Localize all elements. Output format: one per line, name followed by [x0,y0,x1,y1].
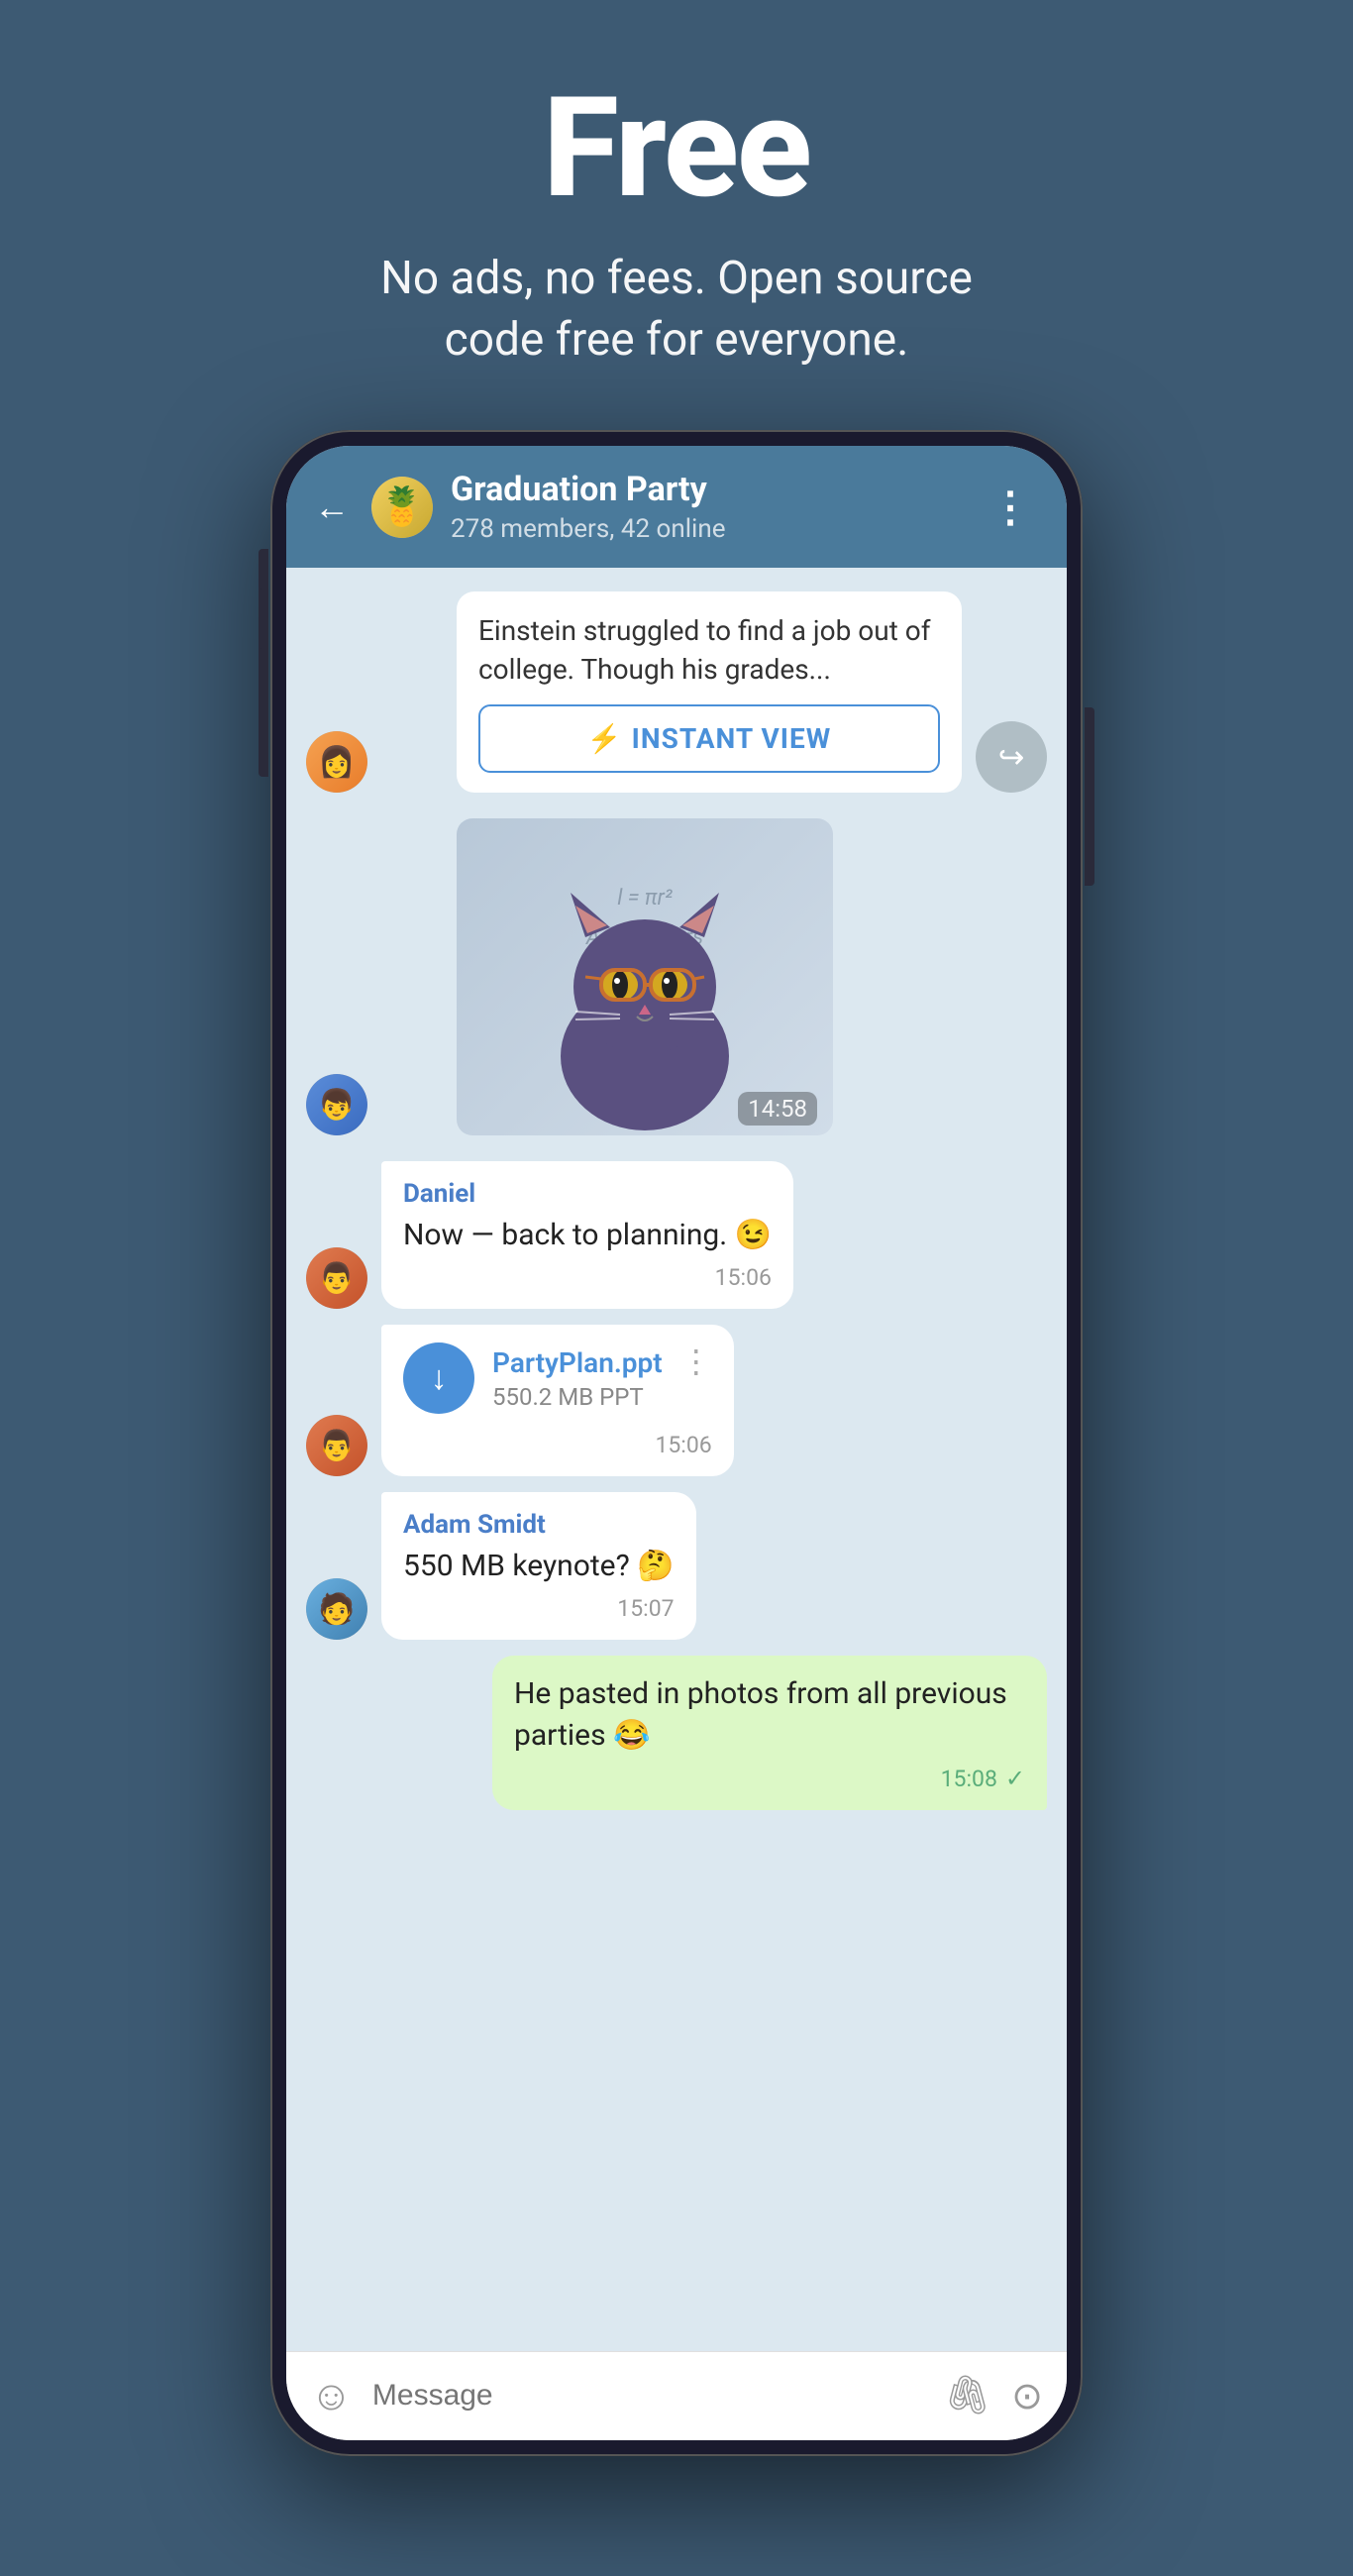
adam-avatar: 🧑 [306,1578,367,1640]
file-msg-row: 👨 ↓ PartyPlan.ppt 550.2 MB PPT ⋮ 1 [306,1325,1047,1476]
hero-title: Free [40,79,1313,218]
lightning-icon: ⚡ [587,722,622,755]
av-boy3-icon: 🧑 [306,1578,367,1640]
group-avatar-emoji: 🍍 [371,477,433,538]
iv-sender-avatar: 👩 [306,731,367,793]
file-meta: 15:06 [403,1432,712,1458]
adam-msg-row: 🧑 Adam Smidt 550 MB keynote? 🤔 15:07 [306,1492,1047,1640]
sticker-sender-avatar: 👦 [306,1074,367,1135]
file-name: PartyPlan.ppt [492,1346,663,1379]
daniel-bubble: Daniel Now — back to planning. 😉 15:06 [381,1161,793,1309]
av-girl-icon: 👩 [306,731,367,793]
hero-section: Free No ads, no fees. Open source code f… [0,0,1353,430]
file-sender-avatar: 👨 [306,1415,367,1476]
chat-body: 👩 Einstein struggled to find a job out o… [286,568,1067,2351]
phone-inner: ← 🍍 Graduation Party 278 members, 42 onl… [286,446,1067,2440]
adam-meta: 15:07 [403,1595,675,1622]
back-button[interactable]: ← [314,486,350,528]
instant-view-card: Einstein struggled to find a job out of … [457,591,962,793]
daniel-sender: Daniel [403,1179,772,1209]
share-button[interactable]: ↪ [976,721,1047,793]
phone-wrapper: ← 🍍 Graduation Party 278 members, 42 onl… [0,430,1353,2535]
more-button[interactable]: ⋮ [984,483,1039,532]
av-boy2b-icon: 👨 [306,1415,367,1476]
outgoing-time: 15:08 [941,1766,997,1792]
file-row: ↓ PartyPlan.ppt 550.2 MB PPT ⋮ [403,1342,712,1414]
input-bar: ☺ 🖇 ⊙ [286,2351,1067,2440]
group-avatar: 🍍 [371,477,433,538]
daniel-time: 15:06 [715,1264,772,1291]
sticker-image: l = πr²A = πr² + πrsV = l³P = 2πrs = √(r… [457,818,833,1135]
message-input[interactable] [372,2379,924,2413]
emoji-button[interactable]: ☺ [310,2372,353,2420]
group-meta: 278 members, 42 online [451,514,966,544]
av-boy2-icon: 👨 [306,1247,367,1309]
daniel-avatar: 👨 [306,1247,367,1309]
attach-button[interactable]: 🖇 [944,2374,991,2417]
file-size: 550.2 MB PPT [492,1383,663,1411]
adam-text: 550 MB keynote? 🤔 [403,1546,675,1587]
outgoing-meta: 15:08 ✓ [514,1765,1025,1792]
daniel-meta: 15:06 [403,1264,772,1291]
group-name: Graduation Party [451,470,966,510]
outgoing-text: He pasted in photos from all previous pa… [514,1673,1025,1757]
sticker-time: 14:58 [738,1092,817,1126]
daniel-msg-row: 👨 Daniel Now — back to planning. 😉 15:06 [306,1161,1047,1309]
chat-header: ← 🍍 Graduation Party 278 members, 42 onl… [286,446,1067,568]
outgoing-msg-row: He pasted in photos from all previous pa… [306,1656,1047,1810]
outgoing-bubble: He pasted in photos from all previous pa… [492,1656,1047,1810]
file-more-button[interactable]: ⋮ [680,1342,712,1380]
iv-btn-label: INSTANT VIEW [632,722,832,755]
file-info: PartyPlan.ppt 550.2 MB PPT [492,1346,663,1411]
adam-time: 15:07 [617,1595,674,1622]
adam-bubble: Adam Smidt 550 MB keynote? 🤔 15:07 [381,1492,696,1640]
file-bubble: ↓ PartyPlan.ppt 550.2 MB PPT ⋮ 15:06 [381,1325,734,1476]
hero-subtitle: No ads, no fees. Open source code free f… [330,248,1023,371]
sticker-row: 👦 l = πr²A = πr² + πrsV = l³P = 2πrs = √… [306,818,1047,1135]
instant-view-row: 👩 Einstein struggled to find a job out o… [306,591,1047,793]
adam-sender: Adam Smidt [403,1510,675,1540]
iv-card-text: Einstein struggled to find a job out of … [478,611,940,689]
file-time: 15:06 [655,1432,711,1458]
phone-outer: ← 🍍 Graduation Party 278 members, 42 onl… [270,430,1083,2456]
av-boy1-icon: 👦 [306,1074,367,1135]
checkmark-icon: ✓ [1005,1765,1025,1792]
camera-button[interactable]: ⊙ [1011,2374,1043,2418]
instant-view-button[interactable]: ⚡ INSTANT VIEW [478,704,940,773]
daniel-text: Now — back to planning. 😉 [403,1215,772,1256]
download-button[interactable]: ↓ [403,1342,474,1414]
chat-info: Graduation Party 278 members, 42 online [451,470,966,544]
